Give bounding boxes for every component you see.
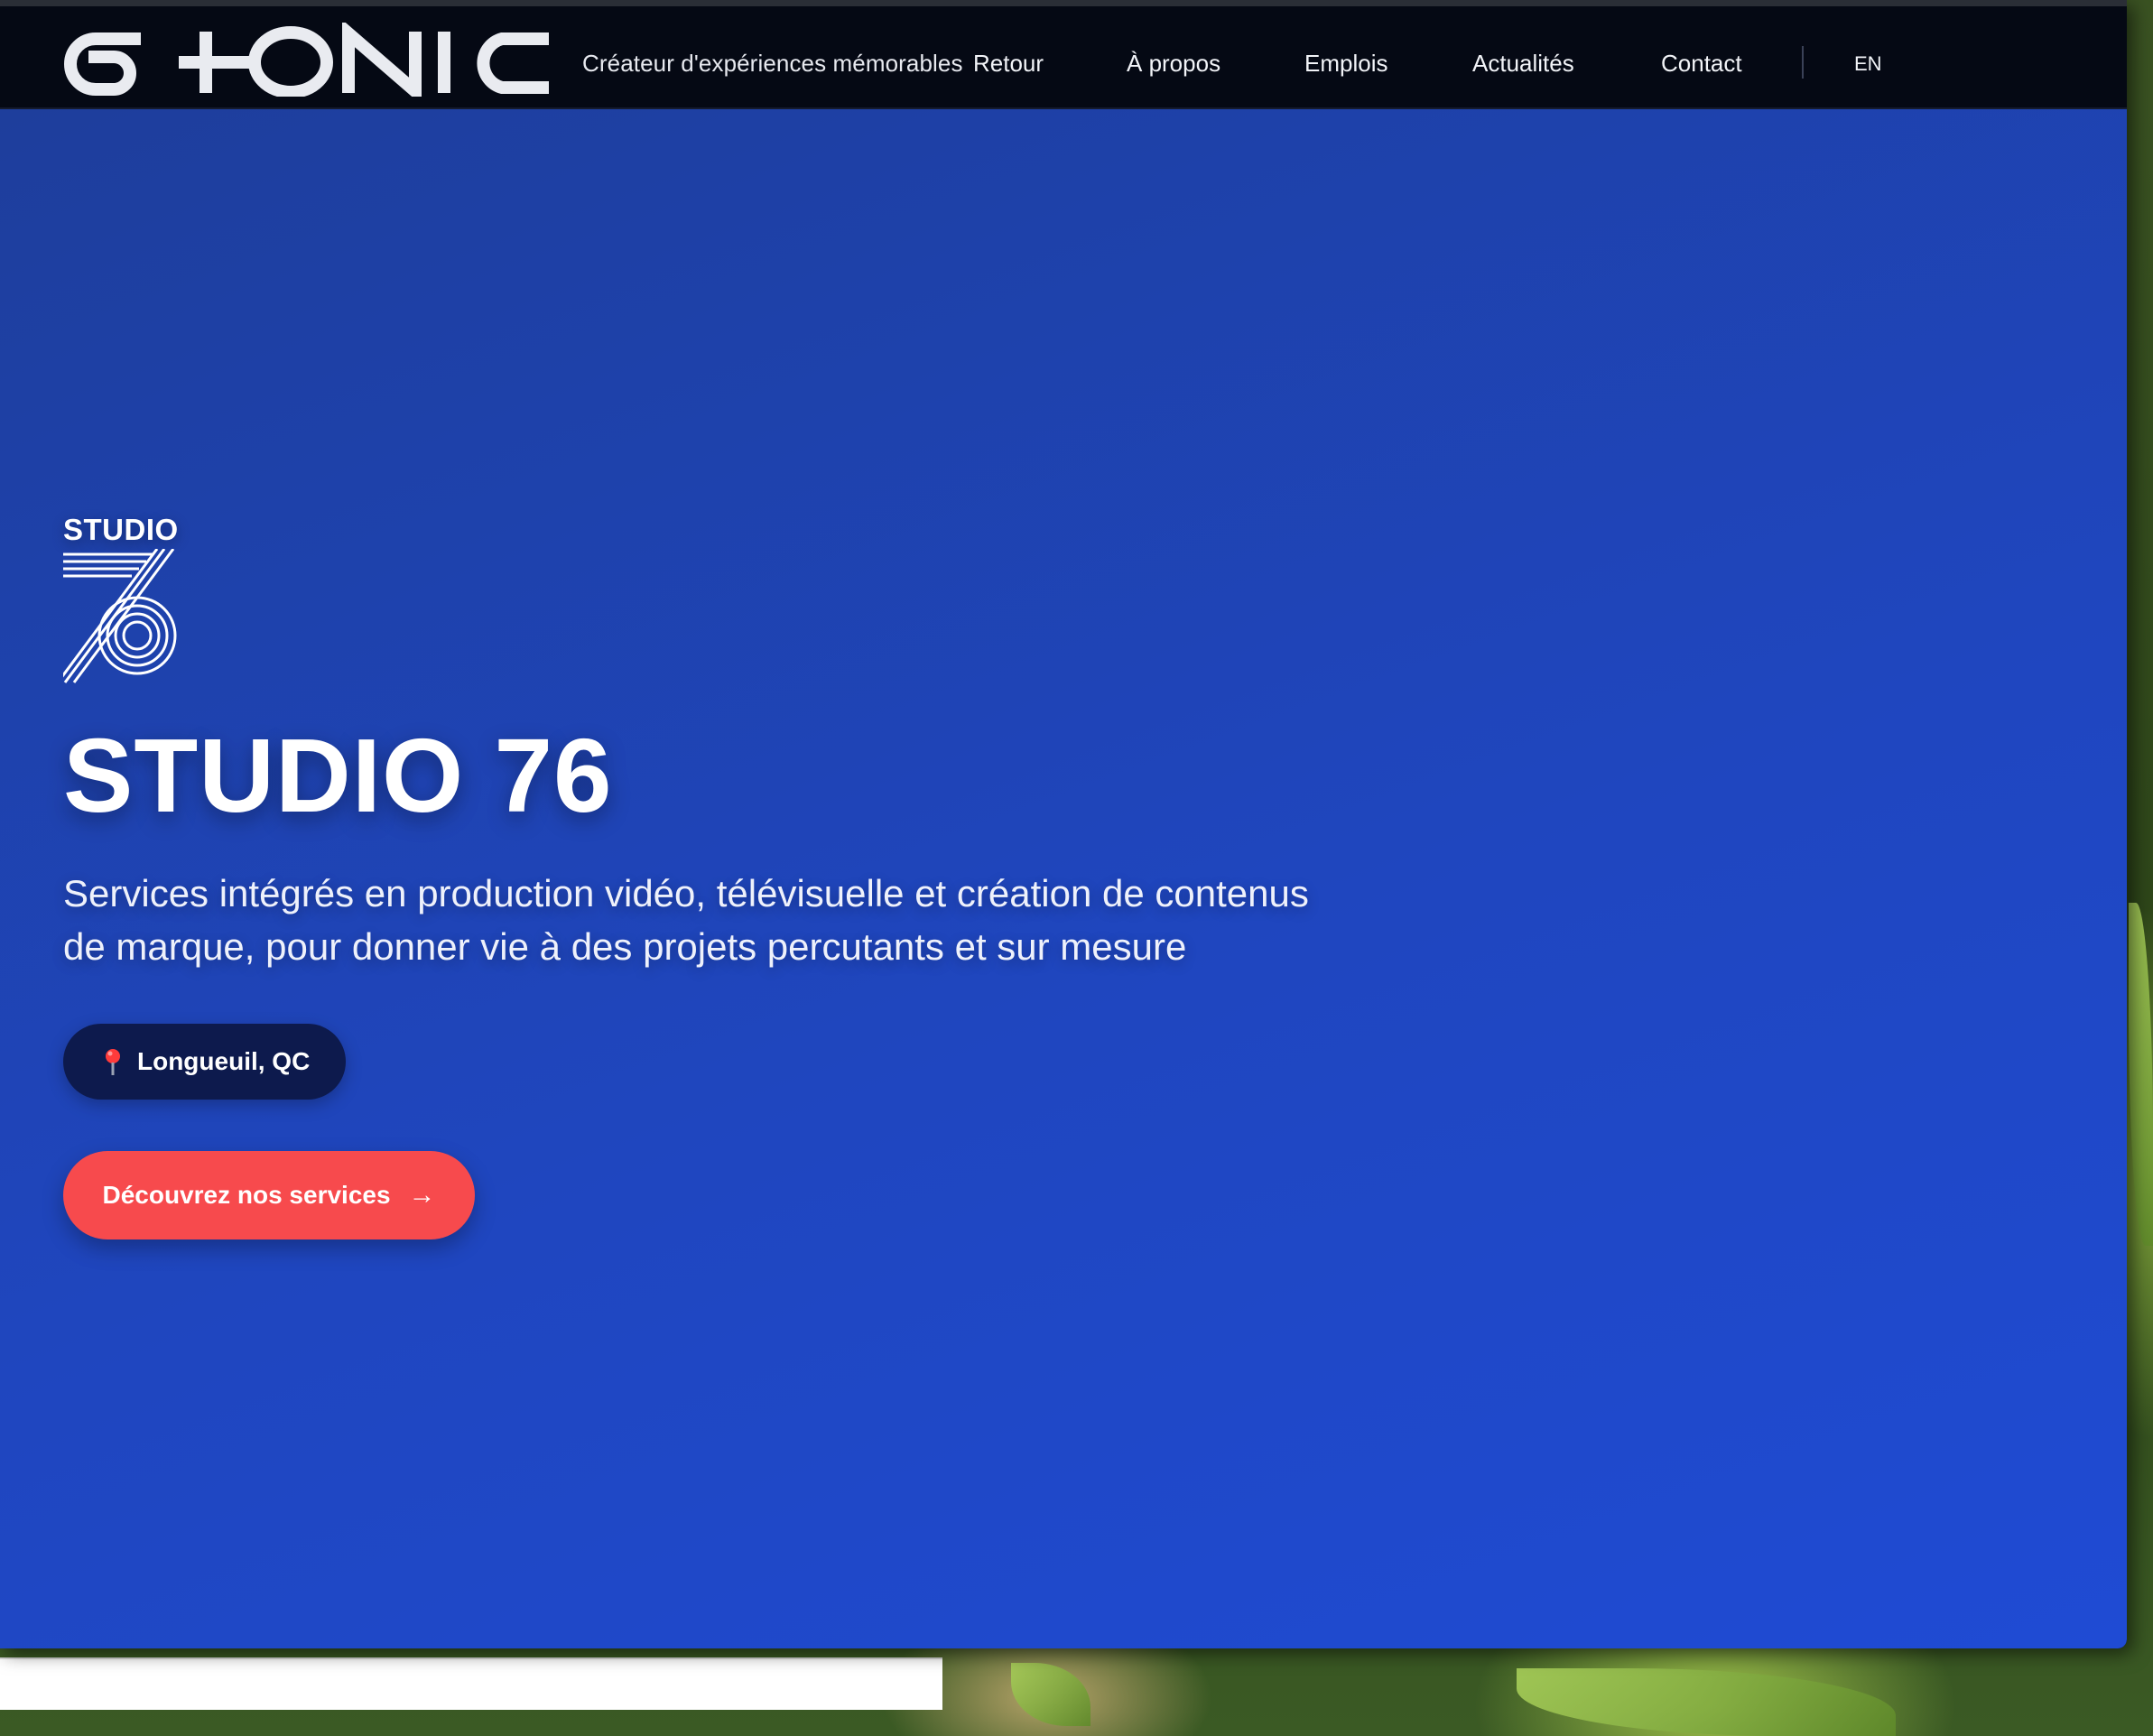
gtonic-logo-icon	[64, 23, 549, 97]
hero-section: STUDIO 76 STUDIO 76 Serv	[0, 109, 2127, 1648]
leaf-decoration	[1011, 1663, 1090, 1726]
nav-item-actualites[interactable]: Actualités	[1472, 50, 1574, 78]
nav-item-emplois[interactable]: Emplois	[1304, 50, 1387, 78]
arrow-right-icon: →	[408, 1180, 436, 1210]
leaf-decoration	[2129, 903, 2153, 1246]
discover-services-button[interactable]: Découvrez nos services →	[63, 1151, 475, 1239]
nav-item-a-propos[interactable]: À propos	[1127, 50, 1220, 78]
window-top-edge	[0, 0, 2127, 6]
map-pin-icon	[106, 1049, 120, 1075]
studio-logo-number: 76	[63, 549, 79, 552]
nav-divider	[1802, 46, 1804, 79]
studio-logo-word: STUDIO	[63, 513, 179, 546]
studio-76-logo: STUDIO 76	[63, 513, 190, 693]
hero-description: Services intégrés en production vidéo, t…	[63, 872, 1309, 968]
nav-item-contact[interactable]: Contact	[1661, 50, 1742, 78]
site-tagline: Créateur d'expériences mémorables	[582, 50, 963, 77]
hero-title: STUDIO 76	[63, 717, 613, 834]
browser-window: Créateur d'expériences mémorables Retour…	[0, 0, 2127, 1648]
site-logo[interactable]	[61, 23, 556, 97]
background-window[interactable]	[0, 1657, 942, 1710]
location-badge: Longueuil, QC	[63, 1024, 347, 1100]
location-text: Longueuil, QC	[137, 1047, 311, 1075]
leaf-decoration	[1517, 1668, 1896, 1736]
studio-76-mark-icon: 76	[63, 549, 177, 683]
cta-label: Découvrez nos services	[102, 1181, 391, 1209]
site-header: Créateur d'expériences mémorables Retour…	[0, 6, 2127, 109]
nav-item-retour[interactable]: Retour	[973, 50, 1044, 78]
language-switch[interactable]: EN	[1854, 52, 1882, 76]
